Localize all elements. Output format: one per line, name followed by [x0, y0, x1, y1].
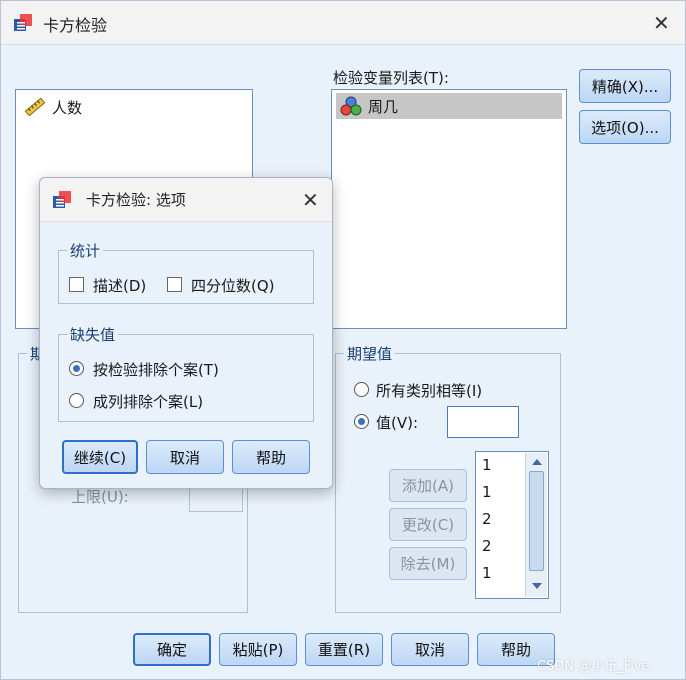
options-dialog-title-bar: 卡方检验: 选项 ✕ — [40, 178, 332, 222]
list-item[interactable]: 2 — [482, 510, 492, 528]
expected-values-list[interactable]: 1 1 2 2 1 — [475, 451, 549, 599]
nominal-circles-icon — [340, 96, 362, 116]
add-button[interactable]: 添加(A) — [389, 469, 467, 502]
scrollbar-thumb[interactable] — [529, 471, 544, 571]
cancel-button[interactable]: 取消 — [391, 633, 469, 666]
title-bar: 卡方检验 ✕ — [1, 1, 685, 45]
chi-square-window: 卡方检验 ✕ 人数 检验变量列表(T): 周几 精确(X)... 选项(O)..… — [0, 0, 686, 680]
continue-button[interactable]: 继续(C) — [62, 440, 138, 474]
options-button[interactable]: 选项(O)... — [579, 110, 671, 144]
quartiles-label: 四分位数(Q) — [191, 277, 275, 295]
close-icon[interactable]: ✕ — [302, 190, 319, 210]
missing-values-group: 缺失值 按检验排除个案(T) 成列排除个案(L) — [58, 324, 314, 422]
scroll-up-icon[interactable] — [530, 457, 544, 467]
all-categories-equal-radio[interactable] — [354, 382, 369, 397]
values-radio[interactable] — [354, 414, 369, 429]
list-item[interactable]: 周几 — [336, 93, 562, 119]
list-item[interactable]: 1 — [482, 456, 492, 474]
reset-button[interactable]: 重置(R) — [305, 633, 383, 666]
test-variable-list[interactable]: 周几 — [331, 89, 567, 329]
paste-button[interactable]: 粘贴(P) — [219, 633, 297, 666]
list-item[interactable]: 1 — [482, 483, 492, 501]
ruler-scale-icon — [24, 98, 46, 116]
list-item[interactable]: 1 — [482, 564, 492, 582]
exclude-listwise-radio[interactable] — [69, 393, 84, 408]
dialog-help-button[interactable]: 帮助 — [232, 440, 310, 474]
options-dialog: 卡方检验: 选项 ✕ 统计 描述(D) 四分位数(Q) 缺失值 按检验排除个案(… — [39, 177, 333, 489]
list-item[interactable]: 人数 — [20, 94, 248, 120]
upper-limit-label: 上限(U): — [71, 488, 129, 506]
spss-dialog-icon — [14, 14, 32, 31]
dialog-cancel-button[interactable]: 取消 — [146, 440, 224, 474]
window-title: 卡方检验 — [43, 16, 108, 35]
values-label: 值(V): — [376, 414, 419, 432]
vertical-scrollbar[interactable] — [525, 453, 547, 597]
exclude-test-by-test-radio[interactable] — [69, 361, 84, 376]
missing-values-title: 缺失值 — [67, 324, 119, 345]
all-categories-equal-label: 所有类别相等(I) — [376, 382, 483, 400]
exact-button[interactable]: 精确(X)... — [579, 69, 671, 103]
expected-value-input[interactable] — [447, 406, 519, 438]
exclude-test-by-test-label: 按检验排除个案(T) — [93, 361, 219, 379]
test-variable-list-label: 检验变量列表(T): — [333, 69, 449, 87]
watermark-text: CSDN @小伍_Five — [537, 659, 650, 674]
remove-button[interactable]: 除去(M) — [389, 547, 467, 580]
close-icon[interactable]: ✕ — [653, 13, 670, 33]
expected-values-title: 期望值 — [344, 343, 396, 364]
list-item[interactable]: 2 — [482, 537, 492, 555]
statistics-group: 统计 描述(D) 四分位数(Q) — [58, 240, 314, 304]
descriptives-checkbox[interactable] — [69, 277, 84, 292]
change-button[interactable]: 更改(C) — [389, 508, 467, 541]
exclude-listwise-label: 成列排除个案(L) — [93, 393, 204, 411]
variable-label: 周几 — [368, 97, 399, 116]
ok-button[interactable]: 确定 — [133, 633, 211, 666]
spss-dialog-icon — [53, 191, 71, 208]
descriptives-label: 描述(D) — [93, 277, 147, 295]
statistics-title: 统计 — [67, 240, 104, 261]
quartiles-checkbox[interactable] — [167, 277, 182, 292]
variable-label: 人数 — [52, 98, 83, 117]
options-dialog-title: 卡方检验: 选项 — [86, 191, 186, 209]
expected-values-group: 期望值 所有类别相等(I) 值(V): 添加(A) 更改(C) 除去(M) 1 … — [335, 343, 561, 613]
scroll-down-icon[interactable] — [530, 581, 544, 591]
